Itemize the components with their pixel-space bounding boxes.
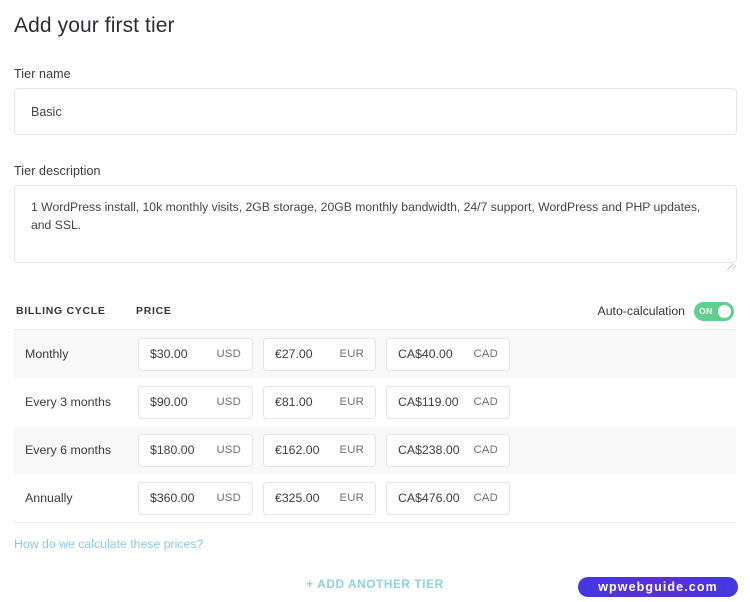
- tier-description-wrapper: 1 WordPress install, 10k monthly visits,…: [14, 185, 737, 271]
- currency-code-usd: USD: [216, 396, 241, 408]
- tier-description-input[interactable]: 1 WordPress install, 10k monthly visits,…: [14, 185, 737, 263]
- currency-code-cad: CAD: [473, 444, 498, 456]
- price-value-cad: CA$238.00: [398, 443, 460, 457]
- add-another-tier-button[interactable]: + Add another tier: [306, 577, 443, 591]
- currency-code-cad: CAD: [473, 492, 498, 504]
- billing-cycle-label: Annually: [25, 491, 73, 505]
- currency-code-usd: USD: [216, 492, 241, 504]
- price-field-eur[interactable]: €81.00 EUR: [263, 385, 376, 419]
- price-field-usd[interactable]: $180.00 USD: [138, 433, 253, 467]
- price-calculation-link[interactable]: How do we calculate these prices?: [14, 537, 203, 551]
- toggle-knob: [718, 304, 731, 318]
- table-row: Every 3 months $90.00 USD €81.00 EUR CA$…: [14, 378, 736, 426]
- auto-calculation-toggle-state: ON: [699, 306, 713, 316]
- price-value-cad: CA$119.00: [398, 395, 459, 409]
- currency-code-cad: CAD: [473, 396, 498, 408]
- price-value-eur: €325.00: [275, 491, 320, 505]
- price-field-eur[interactable]: €325.00 EUR: [263, 481, 376, 515]
- currency-code-usd: USD: [216, 348, 241, 360]
- price-value-eur: €162.00: [275, 443, 320, 457]
- price-value-usd: $90.00: [150, 395, 188, 409]
- auto-calculation-toggle[interactable]: ON: [694, 301, 734, 321]
- column-header-billing-cycle: Billing cycle: [16, 305, 106, 317]
- add-tier-page: Add your first tier Tier name Tier descr…: [0, 0, 750, 602]
- currency-code-eur: EUR: [339, 492, 364, 504]
- billing-cycle-label: Monthly: [25, 347, 69, 361]
- price-field-cad[interactable]: CA$476.00 CAD: [386, 481, 510, 515]
- pricing-table: Monthly $30.00 USD €27.00 EUR CA$40.00 C…: [14, 329, 736, 522]
- price-field-usd[interactable]: $360.00 USD: [138, 481, 253, 515]
- tier-description-label: Tier description: [14, 164, 101, 178]
- tier-name-input[interactable]: [14, 88, 737, 135]
- currency-code-eur: EUR: [339, 348, 364, 360]
- currency-code-eur: EUR: [339, 444, 364, 456]
- billing-cycle-label: Every 3 months: [25, 395, 112, 409]
- watermark-badge: wpwebguide.com: [578, 577, 738, 597]
- pricing-table-header: Billing cycle Price Auto-calculation ON: [14, 301, 736, 321]
- price-value-cad: CA$476.00: [398, 491, 460, 505]
- price-field-eur[interactable]: €27.00 EUR: [263, 337, 376, 371]
- price-field-cad[interactable]: CA$119.00 CAD: [386, 385, 510, 419]
- currency-code-usd: USD: [216, 444, 241, 456]
- price-value-eur: €27.00: [275, 347, 313, 361]
- price-value-cad: CA$40.00: [398, 347, 453, 361]
- price-value-usd: $180.00: [150, 443, 195, 457]
- table-row: Monthly $30.00 USD €27.00 EUR CA$40.00 C…: [14, 330, 736, 378]
- page-title: Add your first tier: [14, 14, 175, 37]
- price-field-cad[interactable]: CA$40.00 CAD: [386, 337, 510, 371]
- table-row: Every 6 months $180.00 USD €162.00 EUR C…: [14, 426, 736, 474]
- currency-code-eur: EUR: [339, 396, 364, 408]
- tier-name-label: Tier name: [14, 67, 71, 81]
- table-divider: [14, 522, 736, 523]
- price-field-eur[interactable]: €162.00 EUR: [263, 433, 376, 467]
- auto-calculation-label: Auto-calculation: [597, 304, 686, 318]
- price-field-usd[interactable]: $90.00 USD: [138, 385, 253, 419]
- price-field-cad[interactable]: CA$238.00 CAD: [386, 433, 510, 467]
- price-value-eur: €81.00: [275, 395, 313, 409]
- price-value-usd: $30.00: [150, 347, 188, 361]
- currency-code-cad: CAD: [473, 348, 498, 360]
- column-header-price: Price: [136, 305, 172, 317]
- table-row: Annually $360.00 USD €325.00 EUR CA$476.…: [14, 474, 736, 522]
- auto-calculation-control: Auto-calculation ON: [597, 301, 734, 321]
- price-field-usd[interactable]: $30.00 USD: [138, 337, 253, 371]
- billing-cycle-label: Every 6 months: [25, 443, 112, 457]
- price-value-usd: $360.00: [150, 491, 195, 505]
- watermark-text: wpwebguide.com: [598, 580, 718, 594]
